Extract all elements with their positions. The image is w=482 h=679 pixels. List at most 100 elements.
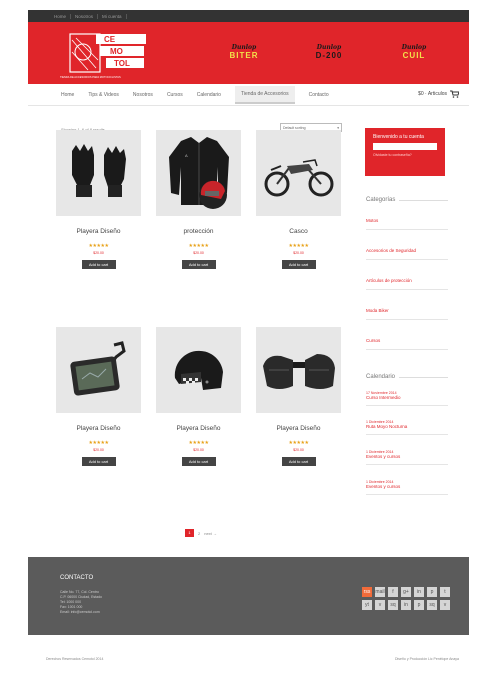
category-link[interactable]: Moda Biker: [366, 308, 448, 320]
social-icons: rss mail f g+ in p t yt v sq in p sq v: [362, 587, 450, 610]
nav-item-tienda[interactable]: Tienda de Accesorios: [234, 85, 295, 104]
googleplus-icon[interactable]: g+: [401, 587, 411, 597]
product-rating: ★★★★★: [188, 243, 209, 249]
category-link[interactable]: Cursos: [366, 338, 448, 350]
svg-text:TOL: TOL: [114, 59, 130, 68]
add-to-cart-button[interactable]: Add to cart: [281, 457, 316, 466]
nav-item-tips[interactable]: Tips & Videos: [88, 89, 119, 101]
add-to-cart-button[interactable]: Add to cart: [281, 260, 316, 269]
page-next-link[interactable]: next →: [204, 531, 217, 536]
square-icon[interactable]: sq: [388, 600, 398, 610]
product-image[interactable]: [56, 327, 141, 413]
nav-item-cursos[interactable]: Cursos: [167, 89, 183, 101]
top-bar: Home Nosotros Mi cuenta: [28, 10, 469, 22]
site-header: CE MO TOL TIENDA DE ACCESORIOS PARA MOTO…: [28, 22, 469, 84]
event-title[interactable]: Curso Intermedio: [366, 395, 448, 400]
categories-heading: Categorías: [366, 197, 448, 203]
login-input[interactable]: [373, 143, 437, 150]
svg-text:MO: MO: [110, 47, 123, 56]
product-price: $20.00: [93, 448, 104, 452]
product-name[interactable]: Playera Diseño: [156, 425, 241, 432]
product-name[interactable]: Playera Diseño: [56, 425, 141, 432]
product-image[interactable]: [256, 327, 341, 413]
product-rating: ★★★★★: [188, 440, 209, 446]
brand-logo-3[interactable]: Dunlop CUIL: [390, 44, 438, 64]
nav-item-home[interactable]: Home: [61, 89, 74, 101]
vimeo-icon[interactable]: v: [375, 600, 385, 610]
topbar-link-home[interactable]: Home: [54, 13, 72, 19]
gps-icon: [69, 341, 126, 396]
product-rating: ★★★★★: [288, 440, 309, 446]
event-title[interactable]: Eventos y cursos: [366, 484, 448, 489]
youtube-icon[interactable]: yt: [362, 600, 372, 610]
product-card[interactable]: Playera Diseño ★★★★★ $20.00 Add to cart: [56, 130, 141, 269]
copyright-text: Derechos Reservados Cemotol 2014: [46, 657, 104, 661]
site-logo[interactable]: CE MO TOL TIENDA DE ACCESORIOS PARA MOTO…: [58, 30, 156, 80]
footer-address: Calle No. 77, Col. Centro C.P. 06000 Ciu…: [60, 590, 102, 614]
calendar-event[interactable]: 1 Diciembre 2014 Ruta Moyo Nocturna: [366, 420, 448, 435]
saddlebags-icon: [262, 354, 335, 389]
event-title[interactable]: Eventos y cursos: [366, 454, 448, 459]
page: Home Nosotros Mi cuenta CE MO TOL TIENDA…: [28, 10, 469, 674]
footer-heading: CONTACTO: [60, 575, 94, 581]
jacket-icon: A: [168, 137, 229, 209]
product-card[interactable]: A protección ★★★★★ $20.00 Add to cart: [156, 130, 241, 269]
product-image[interactable]: [256, 130, 341, 216]
mail-icon[interactable]: mail: [375, 587, 385, 597]
add-to-cart-button[interactable]: Add to cart: [81, 260, 116, 269]
calendar-event[interactable]: 1 Diciembre 2014 Eventos y cursos: [366, 450, 448, 465]
cart-icon: [450, 90, 459, 98]
category-link[interactable]: Accesorios de Seguridad: [366, 248, 448, 260]
site-footer: CONTACTO Calle No. 77, Col. Centro C.P. …: [28, 557, 469, 635]
linkedin-icon[interactable]: in: [414, 587, 424, 597]
main-nav: Home Tips & Videos Nosotros Cursos Calen…: [28, 84, 469, 106]
page-current[interactable]: 1: [185, 529, 194, 537]
topbar-link-account[interactable]: Mi cuenta: [102, 13, 127, 19]
nav-item-contacto[interactable]: Contacto: [309, 89, 329, 101]
vimeo-icon[interactable]: v: [440, 600, 450, 610]
product-rating: ★★★★★: [88, 440, 109, 446]
product-image[interactable]: [56, 130, 141, 216]
calendar-heading: Calendario: [366, 374, 448, 380]
category-link[interactable]: Artículos de protección: [366, 278, 448, 290]
category-link[interactable]: Motos: [366, 218, 448, 230]
event-title[interactable]: Ruta Moyo Nocturna: [366, 424, 448, 429]
linkedin-icon[interactable]: in: [401, 600, 411, 610]
product-name[interactable]: protección: [156, 228, 241, 235]
product-price: $20.00: [193, 251, 204, 255]
square-icon[interactable]: sq: [427, 600, 437, 610]
product-name[interactable]: Casco: [256, 228, 341, 235]
product-name[interactable]: Playera Diseño: [256, 425, 341, 432]
product-card[interactable]: Playera Diseño ★★★★★ $20.00 Add to cart: [56, 327, 141, 466]
cart-label: $0 · Articulos: [418, 91, 447, 97]
calendar-event[interactable]: 1 Diciembre 2014 Eventos y cursos: [366, 480, 448, 495]
login-widget: Bienvenido a tu cuenta Olvidaste tu cont…: [365, 128, 445, 176]
twitter-icon[interactable]: t: [440, 587, 450, 597]
product-card[interactable]: Playera Diseño ★★★★★ $20.00 Add to cart: [156, 327, 241, 466]
login-widget-title: Bienvenido a tu cuenta: [373, 134, 424, 140]
product-image[interactable]: [156, 327, 241, 413]
brand-logo-2[interactable]: Dunlop D-200: [305, 44, 353, 64]
pagination: 1 2 next →: [185, 529, 217, 537]
pinterest-icon[interactable]: p: [427, 587, 437, 597]
forgot-password-link[interactable]: Olvidaste tu contraseña?: [373, 153, 437, 157]
product-card[interactable]: Playera Diseño ★★★★★ $20.00 Add to cart: [256, 327, 341, 466]
page-next-number[interactable]: 2: [198, 531, 200, 536]
calendar-event[interactable]: 17 Noviembre 2014 Curso Intermedio: [366, 391, 448, 406]
pinterest-icon[interactable]: p: [414, 600, 424, 610]
add-to-cart-button[interactable]: Add to cart: [81, 457, 116, 466]
brand-logo-1[interactable]: Dunlop BITER: [220, 44, 268, 64]
cart-link[interactable]: $0 · Articulos: [418, 90, 459, 98]
product-card[interactable]: Casco ★★★★★ $20.00 Add to cart: [256, 130, 341, 269]
add-to-cart-button[interactable]: Add to cart: [181, 457, 216, 466]
add-to-cart-button[interactable]: Add to cart: [181, 260, 216, 269]
nav-item-nosotros[interactable]: Nosotros: [133, 89, 153, 101]
product-price: $20.00: [193, 448, 204, 452]
product-rating: ★★★★★: [88, 243, 109, 249]
nav-item-calendario[interactable]: Calendario: [197, 89, 221, 101]
topbar-link-nosotros[interactable]: Nosotros: [75, 13, 99, 19]
product-name[interactable]: Playera Diseño: [56, 228, 141, 235]
facebook-icon[interactable]: f: [388, 587, 398, 597]
rss-icon[interactable]: rss: [362, 587, 372, 597]
product-image[interactable]: A: [156, 130, 241, 216]
